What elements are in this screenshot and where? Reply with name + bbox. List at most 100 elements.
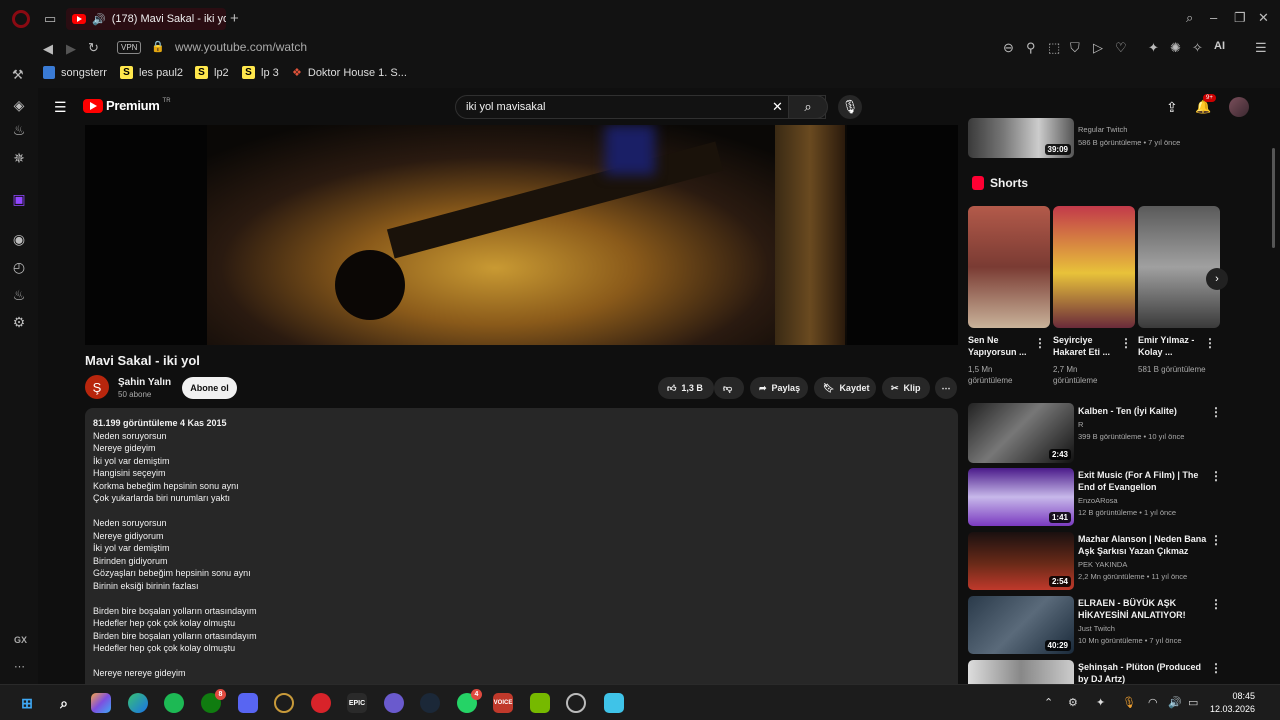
voice-search-button[interactable]: 🎙 [838,95,862,119]
whatsapp-icon[interactable]: 4 [457,689,482,713]
steam-icon[interactable] [420,693,440,713]
url-field[interactable]: www.youtube.com/watch [175,40,307,54]
pin-icon[interactable]: ⚲ [1026,40,1036,56]
description-box[interactable]: 81.199 görüntüleme 4 Kas 2015 Neden soru… [85,408,958,684]
share-button[interactable]: ➦ Paylaş [750,377,808,399]
short-thumbnail[interactable] [1138,206,1220,328]
microphone-tray-icon[interactable]: 🎙 [1122,696,1136,709]
search-icon[interactable]: ⌕ [54,693,74,713]
related-title[interactable]: Kalben - Ten (İyi Kalite) [1078,405,1208,417]
twitch-icon[interactable]: ▣ [10,190,28,208]
wifi-icon[interactable]: ◠ [1148,696,1158,709]
windows-start-icon[interactable]: ⊞ [17,693,37,713]
more-actions-button[interactable]: ⋯ [935,377,957,399]
short-thumbnail[interactable] [1053,206,1135,328]
app-red-icon[interactable] [311,693,331,713]
menu-icon[interactable]: ☰ [1255,40,1267,56]
xbox-icon[interactable]: 8 [201,689,226,713]
extension-2-icon[interactable]: ✺ [1170,40,1181,56]
speed-dial-icon[interactable]: ⚒ [12,67,24,83]
short-title[interactable]: Emir Yılmaz - Kolay ... [1138,334,1208,358]
youtube-premium-logo[interactable]: Premium TR [83,98,171,113]
more-vertical-icon[interactable]: ⋮ [1120,336,1132,350]
more-vertical-icon[interactable]: ⋮ [1210,597,1222,611]
snapshot-icon[interactable]: ⬚ [1048,40,1060,56]
spotify-icon[interactable]: ◉ [10,230,28,248]
nvidia-icon[interactable] [530,693,550,713]
epic-games-icon[interactable]: EPIC [347,693,367,713]
more-vertical-icon[interactable]: ⋮ [1210,661,1222,675]
tab-youtube[interactable]: 🔊 (178) Mavi Sakal - iki yo [66,8,226,30]
channel-name[interactable]: Şahin Yalın [118,377,171,388]
related-thumbnail[interactable]: 2:43 [968,403,1074,463]
vpn-badge[interactable]: VPN [117,41,142,54]
extension-3-icon[interactable]: ✧ [1192,40,1203,56]
discord-icon[interactable] [238,693,258,713]
battery-icon[interactable]: ▭ [1188,696,1198,709]
clip-button[interactable]: ✂ Klip [882,377,930,399]
more-vertical-icon[interactable]: ⋮ [1210,405,1222,419]
opera-gx-logo-icon[interactable] [12,10,30,28]
bookmark-lp2[interactable]: S lp2 [195,66,229,79]
related-title[interactable]: Mazhar Alanson | Neden Bana Aşk Şarkısı … [1078,533,1208,557]
upload-icon[interactable]: ⇪ [1166,99,1178,116]
more-icon[interactable]: ⋯ [14,660,25,673]
notepad-icon[interactable] [604,693,624,713]
related-thumbnail[interactable]: 2:54 [968,532,1074,590]
maximize-icon[interactable]: ❐ [1234,10,1246,26]
related-channel[interactable]: R [1078,420,1083,429]
related-thumbnail[interactable]: 1:41 [968,468,1074,526]
bookmark-lp3[interactable]: S lp 3 [242,66,279,79]
search-input[interactable]: iki yol mavisakal [455,95,826,119]
bookmark-songsterr[interactable]: songsterr [43,66,107,79]
history-icon[interactable]: ◴ [10,258,28,276]
settings-icon[interactable]: ⚙ [10,313,28,331]
speaker-icon[interactable]: 🔊 [92,13,106,26]
tray-expand-icon[interactable]: ⌃ [1044,696,1053,709]
minimize-icon[interactable]: – [1210,10,1217,25]
more-vertical-icon[interactable]: ⋮ [1210,469,1222,483]
more-vertical-icon[interactable]: ⋮ [1034,336,1046,350]
related-title[interactable]: ELRAEN - BÜYÜK AŞK HİKAYESİNİ ANLATIYOR! [1078,597,1208,621]
clear-search-icon[interactable]: ✕ [772,99,783,115]
related-thumbnail[interactable] [968,660,1074,684]
extension-icon[interactable]: ✦ [1148,40,1159,56]
forward-icon[interactable]: ▶ [66,41,76,57]
bluetooth-tray-icon[interactable]: ✦ [1096,696,1105,709]
more-vertical-icon[interactable]: ⋮ [1210,533,1222,547]
related-thumbnail[interactable]: 39:09 [968,118,1074,158]
reload-icon[interactable]: ↻ [88,40,99,56]
scrollbar[interactable] [1272,148,1275,248]
close-window-icon[interactable]: ✕ [1258,10,1269,26]
new-tab-icon[interactable]: + [230,10,239,27]
heart-icon[interactable]: ♡ [1115,40,1127,56]
bookmark-les-paul2[interactable]: S les paul2 [120,66,183,79]
related-channel[interactable]: PEK YAKINDA [1078,560,1127,569]
shield-icon[interactable]: ⛉ [1070,40,1080,56]
back-icon[interactable]: ◀ [43,41,53,57]
short-thumbnail[interactable] [968,206,1050,328]
search-button[interactable]: ⌕ [788,95,828,119]
related-channel[interactable]: EnzoARosa [1078,496,1118,505]
aria-ai-button[interactable]: AI [1214,40,1225,52]
related-channel[interactable]: Regular Twitch [1078,125,1127,134]
copilot-icon[interactable] [91,693,111,713]
spotify-taskbar-icon[interactable] [164,693,184,713]
zoom-icon[interactable]: ⊖ [1003,40,1014,56]
volume-icon[interactable]: 🔊 [1168,696,1182,709]
account-avatar[interactable] [1229,97,1249,117]
voicemeeter-icon[interactable]: VOICE [493,693,513,713]
control-panel-icon[interactable]: ♨ [10,286,28,304]
media-player-icon[interactable] [384,693,404,713]
edge-icon[interactable] [128,693,148,713]
related-thumbnail[interactable]: 40:29 [968,596,1074,654]
related-title[interactable]: Exit Music (For A Film) | The End of Eva… [1078,469,1208,493]
bookmark-doktor-house[interactable]: ❖ Doktor House 1. S... [292,66,407,80]
short-title[interactable]: Sen Ne Yapıyorsun ... [968,334,1038,358]
app-circle-icon[interactable] [566,693,586,713]
channel-avatar[interactable]: Ş [85,375,109,399]
system-clock[interactable]: 08:45 12.03.2026 [1210,690,1255,716]
player-icon[interactable]: ▷ [1093,40,1103,56]
like-button[interactable]: 👍︎ 1,3 B [658,377,714,399]
gx-corner-icon[interactable]: ♨ [10,121,28,139]
